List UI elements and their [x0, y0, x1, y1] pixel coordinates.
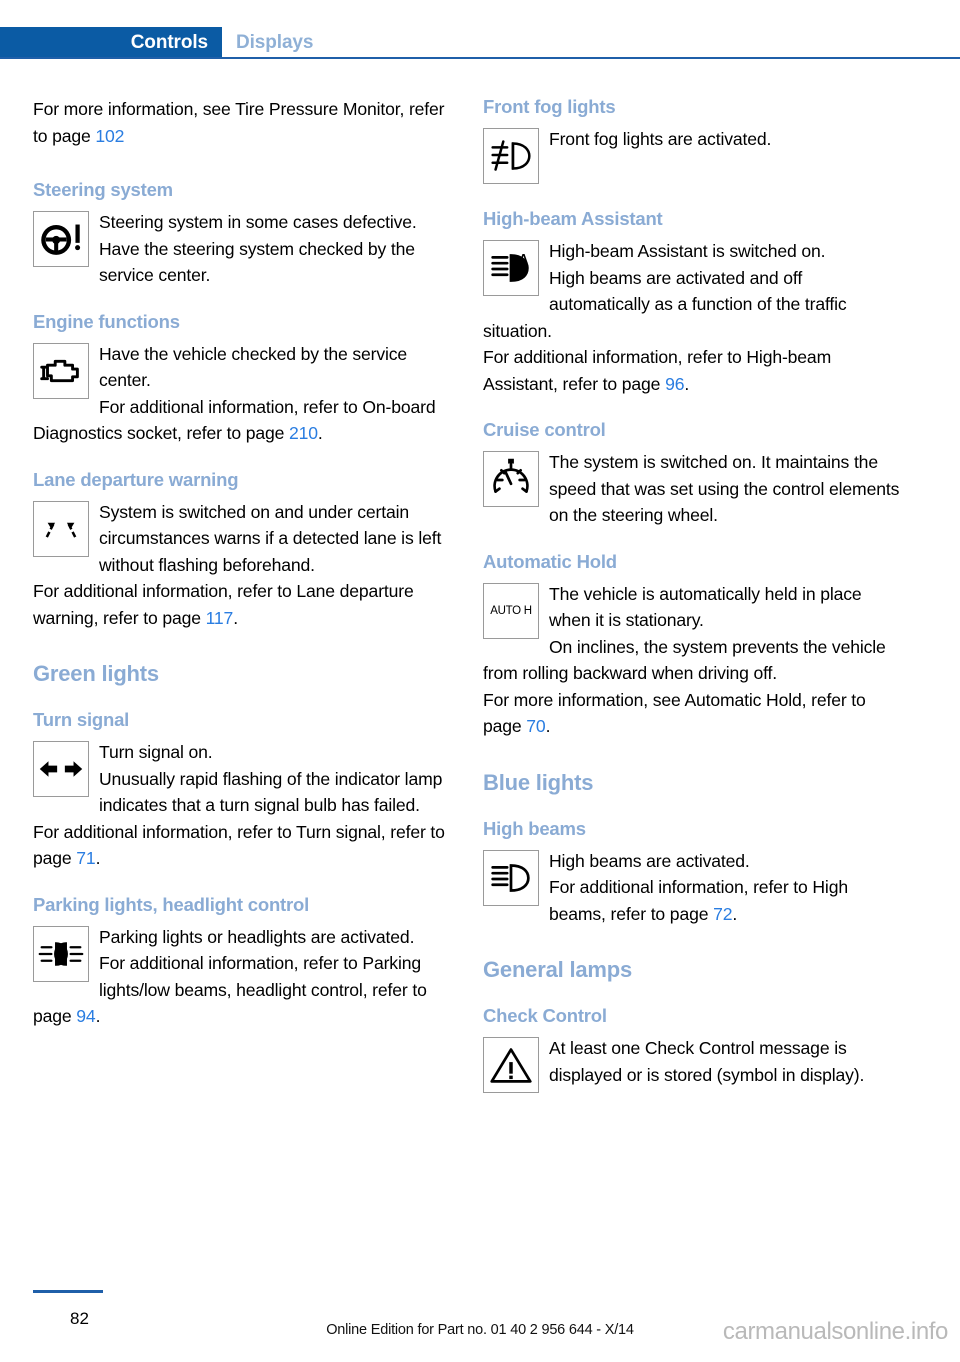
high-beam-assistant-icon: A	[483, 240, 539, 296]
check-control-body-1: At least one Check Control message is di…	[549, 1038, 865, 1085]
auto-hold-body-1: The vehicle is automatically held in pla…	[549, 583, 862, 631]
lane-body-2-tail: .	[233, 607, 238, 628]
heading-high-beams: High beams	[483, 817, 586, 839]
auto-hold-body-3: For more information, see Automatic Hold…	[483, 687, 903, 740]
tab-displays[interactable]: Displays	[236, 32, 313, 54]
turn-signal-arrows-icon	[33, 741, 89, 797]
heading-cruise-control: Cruise control	[483, 419, 606, 440]
page-ref-link[interactable]: 72	[713, 904, 732, 924]
hba-body-3-text: For additional information, refer to Hig…	[483, 347, 832, 394]
cruise-body-1: The system is switched on. It maintains …	[549, 452, 900, 525]
high-beams-block: High beams are activated. For additional…	[483, 848, 903, 928]
engine-body-2-tail: .	[317, 423, 323, 443]
page-header: Controls Displays	[0, 0, 960, 62]
lane-body-1: System is switched on and under certain …	[99, 501, 442, 575]
check-control-block: At least one Check Control message is di…	[483, 1035, 903, 1095]
parking-lights-body-2: For additional information, refer to Par…	[33, 950, 453, 1030]
svg-text:A: A	[519, 252, 528, 266]
turn-signal-block: Turn signal on. Unusually rapid flashing…	[33, 739, 453, 872]
automatic-hold-block: AUTO H The vehicle is automatically held…	[483, 581, 903, 740]
engine-body-2: For additional information, refer to On-…	[33, 394, 453, 447]
engine-body-2-text: For additional information, refer to On-…	[33, 396, 436, 444]
engine-functions-block: Have the vehicle checked by the service …	[33, 341, 453, 447]
heading-green-lights: Green lights	[33, 661, 159, 686]
parking-lights-block: Parking lights or headlights are activat…	[33, 924, 453, 1030]
page-ref-link[interactable]: 102	[95, 126, 124, 146]
auto-hold-icon: AUTO H	[483, 582, 539, 639]
front-fog-body-1: Front fog lights are activated.	[549, 129, 772, 149]
auto-hold-body-3-tail: .	[545, 716, 551, 736]
heading-blue-lights: Blue lights	[483, 769, 594, 795]
lane-departure-warning-icon	[33, 500, 89, 557]
hba-body-3: For additional information, refer to Hig…	[483, 344, 903, 397]
page-ref-link[interactable]: 71	[76, 848, 95, 868]
heading-check-control: Check Control	[483, 1005, 607, 1026]
warning-triangle-icon	[483, 1037, 539, 1093]
parking-lights-body-1: Parking lights or headlights are activat…	[99, 926, 415, 947]
high-beams-body-2-tail: .	[732, 903, 738, 924]
heading-parking-lights: Parking lights, headlight control	[33, 893, 310, 915]
parking-lights-icon	[33, 925, 89, 982]
intro-paragraph: For more information, see Tire Pressure …	[33, 96, 453, 149]
engine-check-icon	[33, 342, 89, 399]
hba-body-3-tail: .	[684, 373, 690, 394]
lane-body-2: For additional information, refer to Lan…	[33, 578, 453, 631]
heading-steering-system: Steering system	[33, 179, 173, 200]
steering-body-1: Steering system in some cases defective.	[99, 212, 417, 232]
hba-body-1: High-beam Assistant is switched on.	[549, 241, 826, 261]
heading-front-fog-lights: Front fog lights	[483, 96, 616, 117]
engine-body-1: Have the vehicle checked by the service …	[99, 343, 408, 391]
page-ref-link[interactable]: 96	[665, 374, 684, 394]
page-ref-link[interactable]: 117	[206, 608, 234, 628]
hba-body-2: High beams are activated and off automat…	[483, 267, 847, 341]
steering-body-2: Have the steering system checked by the …	[99, 238, 415, 286]
tab-controls-label: Controls	[130, 32, 208, 53]
right-column: Front fog lights Front fog lights are ac…	[483, 96, 903, 1095]
steering-wheel-warning-icon	[33, 211, 89, 267]
lane-departure-block: System is switched on and under certain …	[33, 499, 453, 632]
parking-lights-body-2-tail: .	[95, 1006, 101, 1026]
page-ref-link[interactable]: 70	[526, 716, 545, 736]
heading-lane-departure-warning: Lane departure warning	[33, 468, 239, 490]
heading-high-beam-assistant: High-beam Assistant	[483, 208, 663, 229]
footer-divider	[33, 1290, 103, 1293]
heading-automatic-hold: Automatic Hold	[483, 550, 617, 572]
high-beams-body-2: For additional information, refer to Hig…	[483, 874, 903, 927]
front-fog-light-icon	[483, 128, 539, 184]
watermark: carmanualsonline.info	[722, 1318, 948, 1345]
page-ref-link[interactable]: 210	[289, 423, 318, 443]
turn-signal-body-3-tail: .	[95, 848, 101, 868]
tab-controls[interactable]: Controls	[0, 27, 222, 58]
auto-hold-icon-label: AUTO H	[490, 604, 532, 617]
steering-system-block: Steering system in some cases defective.…	[33, 209, 453, 289]
auto-hold-body-2: On inclines, the system prevents the veh…	[483, 636, 886, 684]
turn-signal-body-2: Unusually rapid flashing of the indicato…	[99, 768, 443, 816]
high-beam-assistant-block: A High-beam Assistant is switched on. Hi…	[483, 238, 903, 397]
cruise-control-block: The system is switched on. It maintains …	[483, 449, 903, 529]
high-beams-body-2-text: For additional information, refer to Hig…	[549, 877, 848, 924]
front-fog-block: Front fog lights are activated.	[483, 126, 903, 186]
high-beam-icon	[483, 849, 539, 906]
turn-signal-body-3: For additional information, refer to Tur…	[33, 819, 453, 872]
page-ref-link[interactable]: 94	[76, 1006, 95, 1026]
heading-turn-signal: Turn signal	[33, 709, 130, 730]
heading-engine-functions: Engine functions	[33, 310, 180, 332]
left-column: For more information, see Tire Pressure …	[33, 96, 453, 1030]
heading-general-lamps: General lamps	[483, 957, 633, 982]
turn-signal-body-1: Turn signal on.	[99, 742, 213, 762]
cruise-control-gauge-icon	[483, 451, 539, 507]
header-divider	[0, 57, 960, 59]
high-beams-body-1: High beams are activated.	[549, 850, 750, 871]
